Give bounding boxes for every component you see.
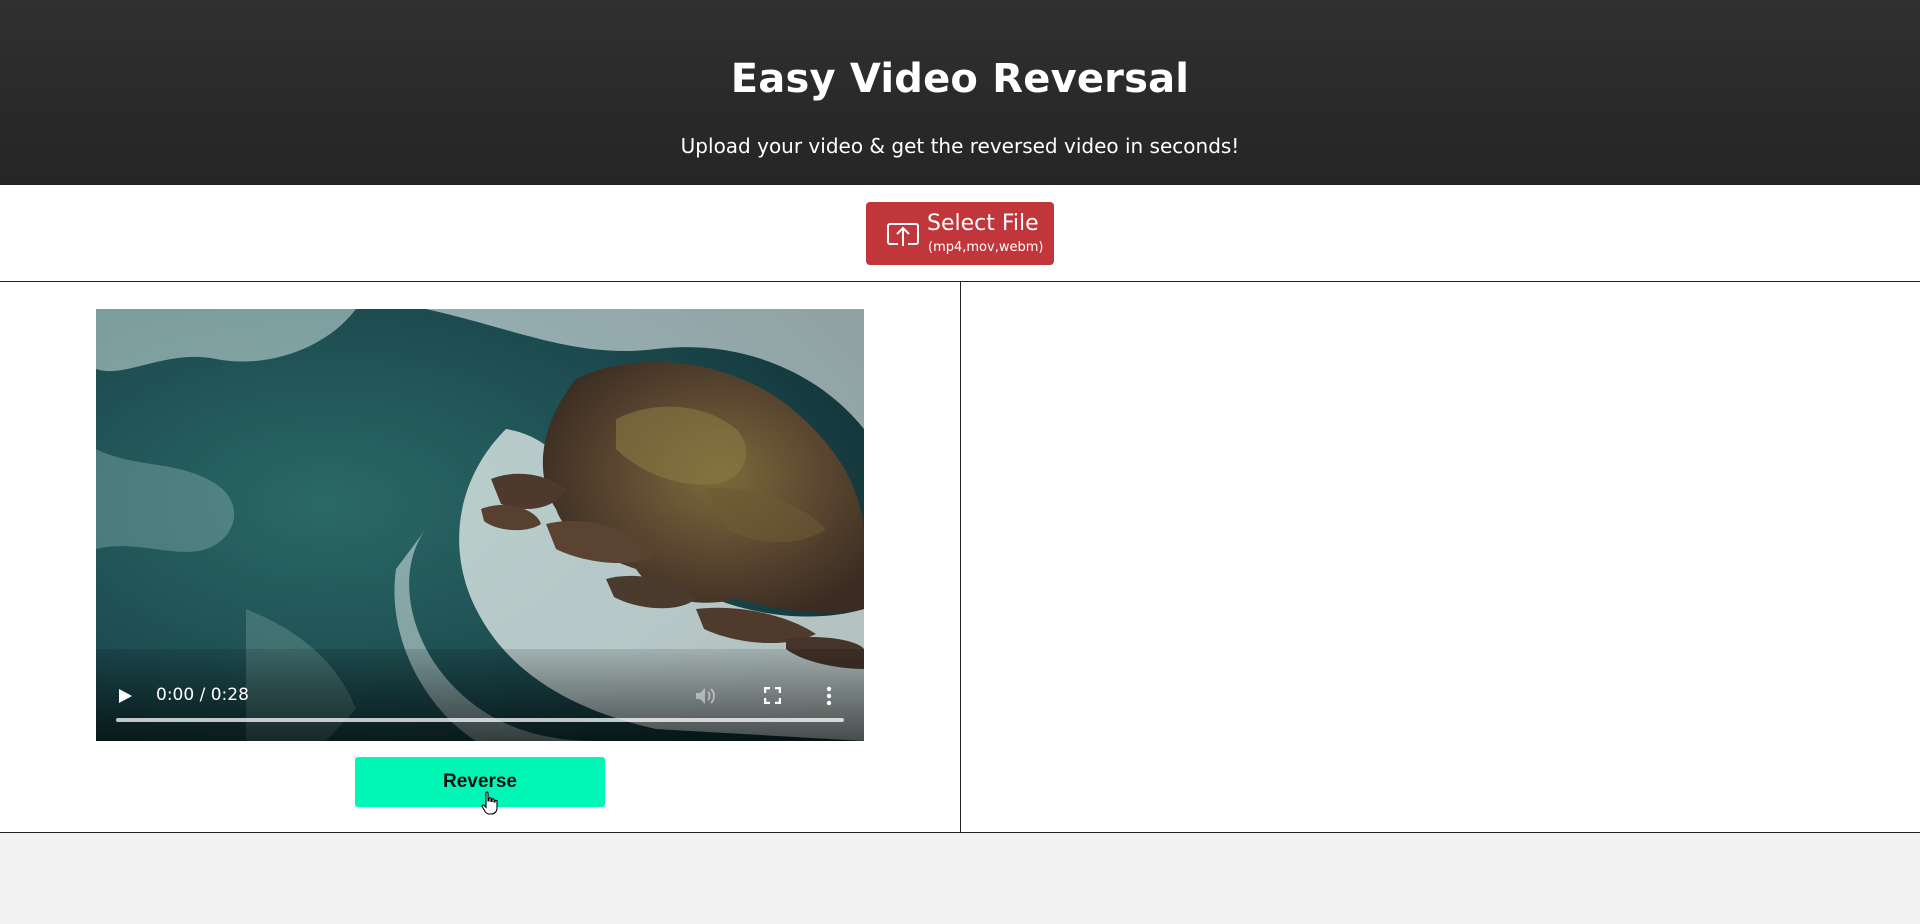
volume-icon[interactable] [694,686,716,706]
main-content: 0:00 / 0:28 Reverse [0,282,1920,833]
file-types-hint: (mp4,mov,webm) [928,240,1044,255]
select-file-label: Select File [927,211,1039,236]
page-title: Easy Video Reversal [730,56,1190,102]
reverse-button[interactable]: Reverse [355,757,605,807]
page-header: Easy Video Reversal Upload your video & … [0,0,1920,185]
page-subtitle: Upload your video & get the reversed vid… [680,134,1240,158]
upload-bar: Select File (mp4,mov,webm) [0,185,1920,282]
select-file-button[interactable]: Select File (mp4,mov,webm) [866,202,1054,265]
output-panel [961,282,1920,833]
time-readout: 0:00 / 0:28 [156,685,249,705]
video-progress-bar[interactable] [116,718,844,722]
video-controls: 0:00 / 0:28 [96,651,864,741]
upload-icon [887,223,919,247]
more-options-icon[interactable] [826,686,832,706]
page-footer [0,833,1920,924]
video-player[interactable]: 0:00 / 0:28 [96,309,864,741]
fullscreen-icon[interactable] [764,687,781,704]
play-icon[interactable] [116,687,134,705]
hand-cursor-icon [481,791,498,815]
